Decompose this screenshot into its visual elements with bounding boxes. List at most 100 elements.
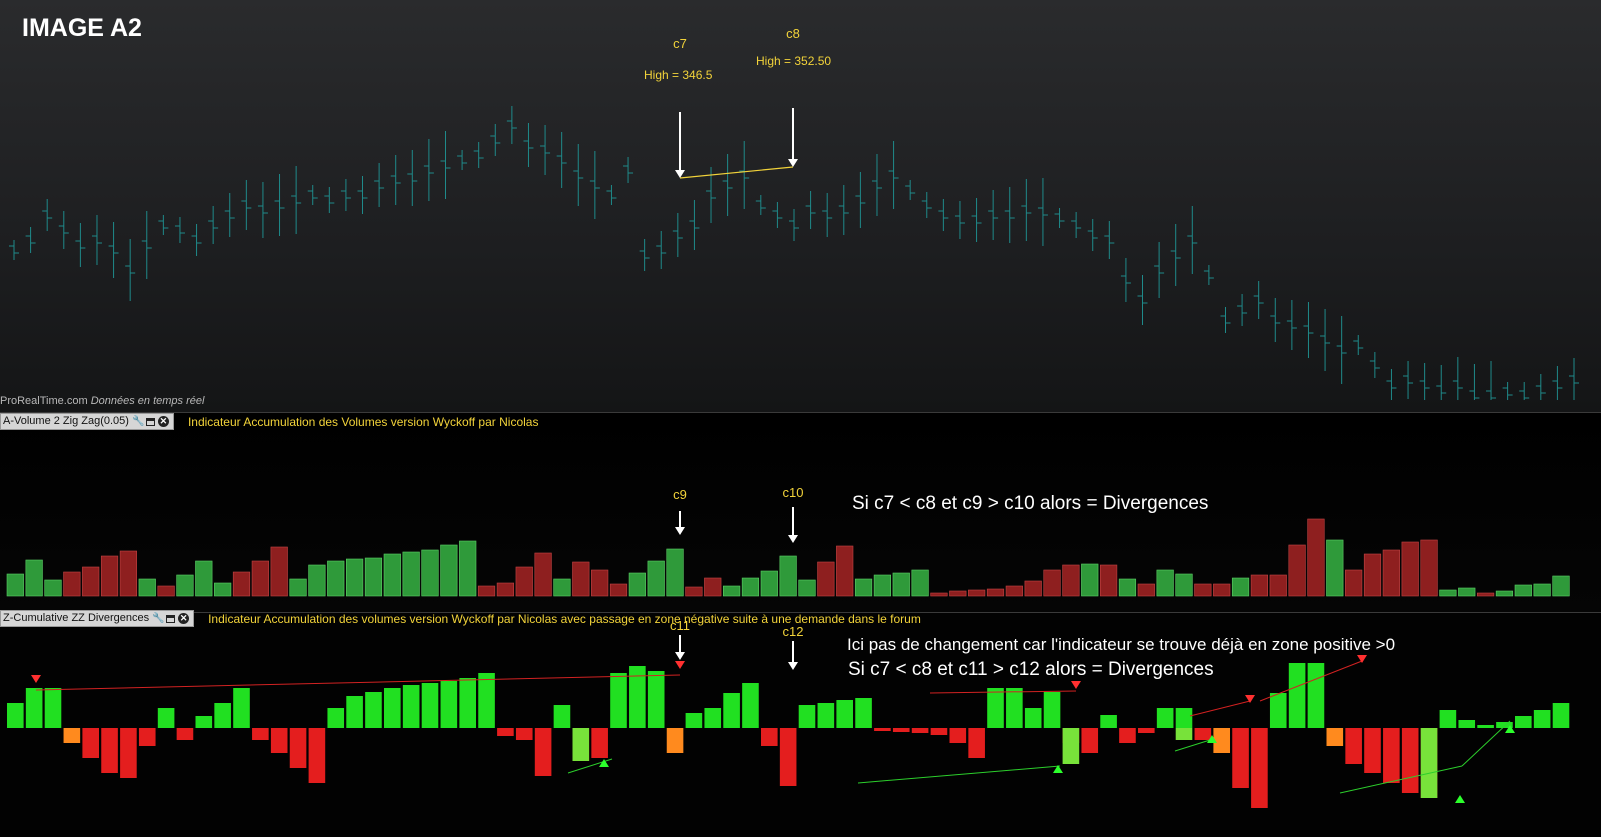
volume-bar — [591, 569, 609, 597]
volume-bar — [1005, 585, 1023, 597]
volume-bar — [1458, 587, 1476, 597]
c10-label: c10 — [782, 485, 804, 500]
c8-high-label: High = 352.50 — [756, 54, 832, 68]
divergence-line-bearish — [1189, 700, 1251, 717]
c11-arrow-icon-head — [675, 652, 685, 660]
volume-bar — [421, 549, 439, 597]
divergence-bar — [1232, 728, 1249, 788]
divergence-bar — [1307, 663, 1325, 728]
divergence-bar — [1006, 688, 1023, 728]
divergence-bar — [1326, 728, 1344, 746]
volume-bar — [515, 566, 533, 597]
divergence-bar — [270, 728, 288, 753]
volume-bar — [1231, 577, 1250, 597]
down-arrow-icon — [675, 661, 685, 669]
divergence-bar — [723, 693, 740, 728]
volume-bar — [609, 583, 628, 597]
divergence-bar — [836, 700, 853, 728]
divergence-bar — [892, 728, 910, 732]
volume-indicator-tab[interactable]: A-Volume 2 Zig Zag(0.05) 🔧 ✕ — [0, 413, 174, 430]
c7-high-label: High = 346.5 — [644, 68, 713, 82]
volume-bar — [1439, 589, 1457, 597]
divergence-bar — [1458, 720, 1476, 728]
divergence-bar — [1194, 728, 1212, 740]
divergence-indicator-tab[interactable]: Z-Cumulative ZZ Divergences 🔧 ✕ — [0, 610, 195, 627]
volume-bar — [289, 578, 307, 597]
volume-bar — [873, 574, 891, 597]
volume-bar — [270, 546, 288, 597]
volume-bar — [628, 572, 646, 597]
c8-label: c8 — [786, 26, 800, 41]
volume-indicator-description: Indicateur Accumulation des Volumes vers… — [187, 414, 539, 429]
volume-bar — [1552, 575, 1570, 597]
price-chart-pane[interactable]: IMAGE A2 c7 High = 346.5 c8 High = 352.5… — [0, 0, 1601, 413]
divergence-note: Ici pas de changement car l'indicateur s… — [847, 635, 1396, 654]
volume-bar — [1043, 569, 1061, 597]
volume-bar — [949, 590, 967, 597]
divergence-bar — [1477, 725, 1494, 728]
divergence-bar — [761, 728, 778, 746]
volume-bar — [1137, 583, 1155, 597]
volume-bar — [1533, 583, 1551, 597]
c11-label: c11 — [670, 618, 690, 633]
divergence-bar — [327, 708, 345, 728]
divergence-bar — [25, 688, 43, 728]
divergence-bar — [704, 708, 722, 728]
divergence-bar — [553, 705, 571, 728]
divergence-bar — [308, 728, 326, 783]
volume-bar — [25, 559, 43, 597]
window-icon[interactable] — [166, 614, 176, 623]
volume-bar — [1477, 592, 1495, 597]
divergence-bar — [214, 703, 231, 728]
divergence-bar — [346, 696, 363, 728]
volume-bar — [1420, 539, 1438, 597]
close-icon[interactable]: ✕ — [178, 613, 190, 624]
divergence-bar — [7, 703, 24, 728]
volume-bar — [496, 582, 515, 597]
divergence-bar — [1533, 710, 1551, 728]
divergence-bar — [1138, 728, 1155, 733]
divergence-bar — [817, 703, 835, 728]
close-icon[interactable]: ✕ — [157, 416, 169, 427]
volume-bar — [1024, 580, 1042, 597]
down-arrow-icon — [31, 675, 41, 683]
c7-arrow-icon-head — [675, 170, 685, 178]
divergence-bar — [779, 728, 797, 786]
divergence-bar-overlay — [572, 728, 590, 761]
divergence-bar — [1269, 693, 1287, 728]
divergence-indicator-pane[interactable]: Z-Cumulative ZZ Divergences 🔧 ✕ Indicate… — [0, 610, 1601, 837]
divergence-bar — [629, 666, 646, 728]
window-icon[interactable] — [145, 417, 155, 426]
divergence-bar — [968, 728, 985, 758]
divergence-bar — [1119, 728, 1136, 743]
c12-label: c12 — [782, 624, 804, 639]
divergence-bar — [478, 673, 495, 728]
volume-bar — [1363, 553, 1382, 597]
volume-indicator-pane[interactable]: A-Volume 2 Zig Zag(0.05) 🔧 ✕ Indicateur … — [0, 413, 1601, 613]
volume-bar — [308, 564, 326, 597]
divergence-bar — [384, 688, 401, 728]
divergence-bar — [930, 728, 948, 735]
divergence-bar — [1288, 663, 1306, 728]
volume-bar — [6, 573, 24, 597]
divergence-bar — [101, 728, 118, 773]
divergence-bar — [120, 728, 137, 778]
wrench-icon[interactable]: 🔧 — [132, 416, 144, 427]
volume-bar — [741, 577, 760, 597]
divergence-bar — [138, 728, 156, 746]
volume-bar — [854, 578, 873, 597]
c12-arrow-icon-head — [788, 662, 798, 670]
divergence-bar — [647, 671, 665, 728]
c7-label: c7 — [673, 36, 687, 51]
divergence-bar — [157, 708, 175, 728]
divergence-bar — [195, 716, 213, 728]
volume-bar — [176, 574, 194, 597]
wrench-icon[interactable]: 🔧 — [152, 613, 164, 624]
divergence-bar-overlay — [1420, 728, 1438, 798]
volume-bar — [100, 555, 119, 597]
volume-bar — [798, 579, 816, 597]
divergence-bar — [1024, 708, 1042, 728]
divergence-bar — [515, 728, 533, 740]
divergence-bar — [1439, 710, 1457, 728]
volume-bar — [364, 557, 383, 597]
